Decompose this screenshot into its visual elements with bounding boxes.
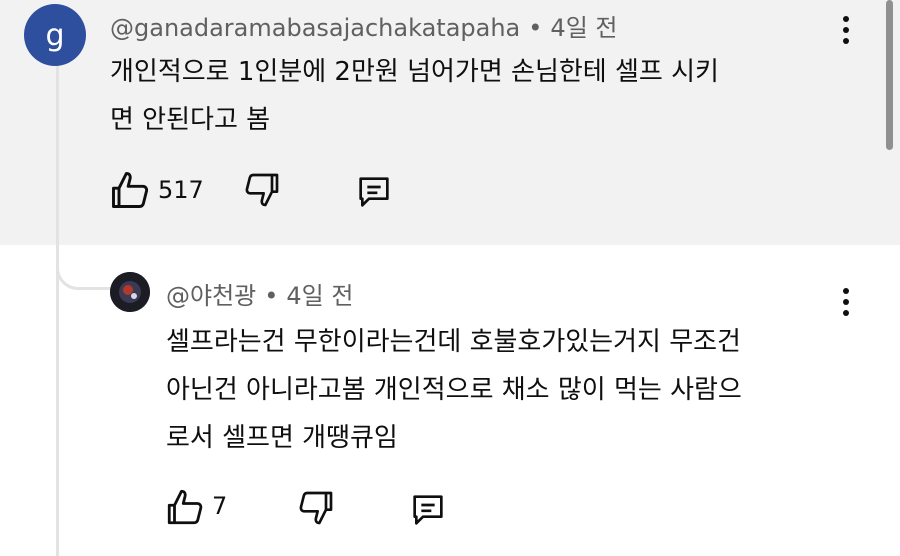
meta-separator: • [528, 14, 543, 42]
reply-meta: @야천광 • 4일 전 [166, 276, 353, 311]
thumbs-down-icon[interactable] [242, 170, 282, 210]
scrollbar[interactable] [886, 0, 893, 150]
avatar-letter: g [45, 17, 65, 53]
thumbs-down-icon[interactable] [296, 488, 336, 528]
more-vert-icon [843, 16, 849, 22]
comment-author[interactable]: @ganadaramabasajachakatapaha [110, 14, 520, 42]
reply-text-line: 로서 셀프면 개땡큐임 [166, 423, 398, 453]
like-count: 517 [158, 176, 204, 204]
meta-separator: • [264, 282, 279, 310]
comment-text-line: 면 안된다고 봄 [110, 105, 271, 135]
reply-time: 4일 전 [286, 282, 354, 310]
comment-text: 개인적으로 1인분에 2만원 넘어가면 손님한테 셀프 시키 면 안된다고 봄 [110, 48, 870, 144]
thread-connector [56, 240, 116, 290]
reply-icon[interactable] [354, 172, 394, 212]
reply-author[interactable]: @야천광 [166, 282, 256, 310]
avatar-image [110, 272, 150, 312]
reply-text-line: 아닌건 아니라고봄 개인적으로 채소 많이 먹는 사람으 [166, 375, 742, 405]
reply-text-line: 셀프라는건 무한이라는건데 호불호가있는거지 무조건 [166, 327, 741, 357]
thumbs-up-icon[interactable] [164, 486, 206, 528]
thumbs-up-icon[interactable] [108, 168, 152, 212]
reply-like-count: 7 [212, 492, 228, 520]
comment-meta: @ganadaramabasajachakatapaha • 4일 전 [110, 8, 617, 43]
comment-more-button[interactable] [836, 12, 856, 48]
comment-time: 4일 전 [550, 14, 618, 42]
reply-text: 셀프라는건 무한이라는건데 호불호가있는거지 무조건 아닌건 아니라고봄 개인적… [166, 318, 866, 462]
comment-text-line: 개인적으로 1인분에 2만원 넘어가면 손님한테 셀프 시키 [110, 57, 719, 87]
reply-icon[interactable] [408, 490, 448, 530]
reply-avatar[interactable] [110, 272, 150, 312]
avatar[interactable]: g [24, 4, 86, 66]
thread-line [56, 65, 59, 556]
reply-more-button[interactable] [836, 284, 856, 320]
more-vert-icon [843, 288, 849, 294]
